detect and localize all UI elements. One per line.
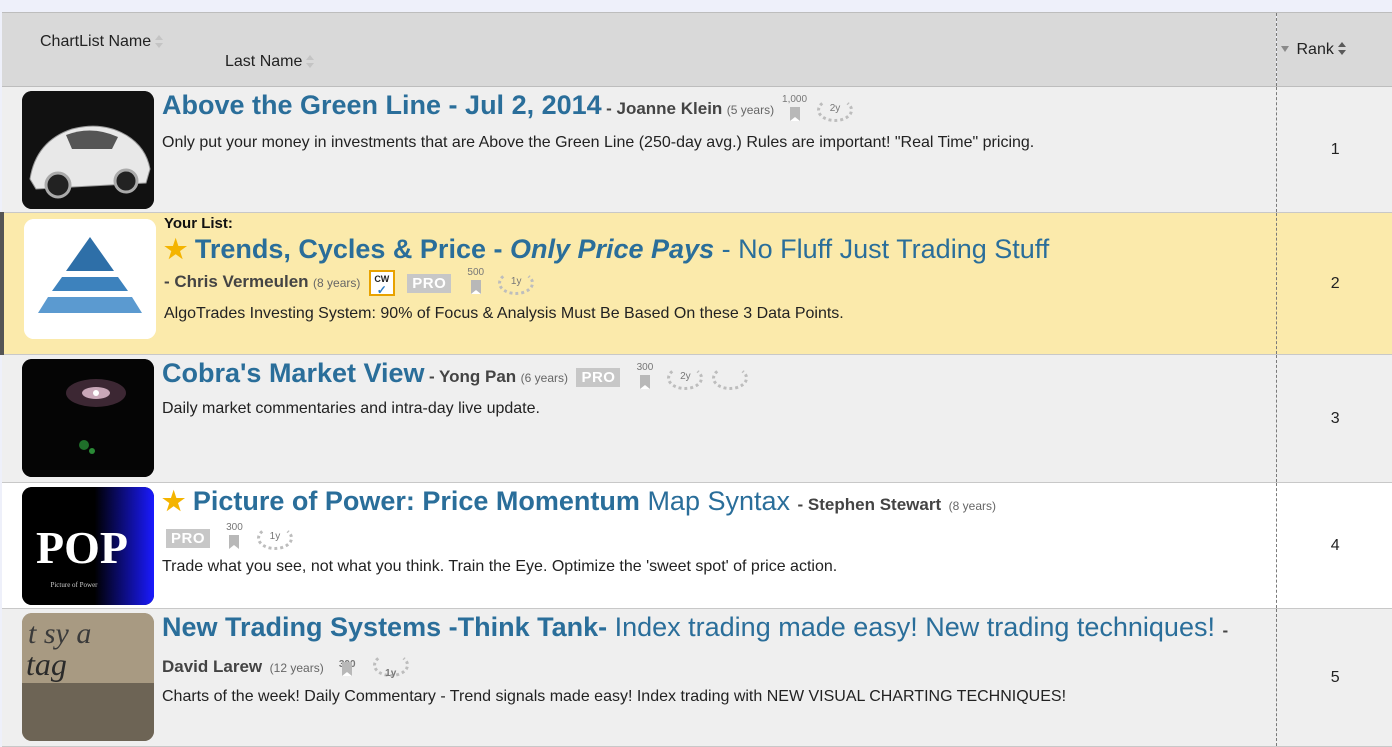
member-years: (8 years) bbox=[948, 499, 996, 513]
bookmark-count: 300 bbox=[636, 361, 654, 373]
sort-rank[interactable]: Rank bbox=[1275, 12, 1392, 87]
author-name[interactable]: - Yong Pan bbox=[429, 367, 516, 386]
chartlist-content: Above the Green Line - Jul 2, 2014 - Joa… bbox=[162, 87, 1276, 154]
member-years: (5 years) bbox=[726, 103, 775, 117]
chartlist-description: Trade what you see, not what you think. … bbox=[162, 558, 838, 575]
table-row[interactable]: Above the Green Line - Jul 2, 2014 - Joa… bbox=[2, 86, 1392, 213]
laurel-award-icon bbox=[711, 363, 748, 393]
sort-arrows-icon bbox=[1337, 42, 1347, 56]
title-plain: Index trading made easy! New trading tec… bbox=[614, 612, 1215, 642]
pro-badge: PRO bbox=[576, 368, 621, 388]
bookmark-count: 300 bbox=[226, 522, 243, 533]
bookmark-icon: 300 bbox=[632, 362, 658, 394]
chartlist-content: New Trading Systems -Think Tank- Index t… bbox=[162, 609, 1276, 708]
chartlist-thumbnail[interactable] bbox=[22, 91, 154, 209]
thumb-logo-subtext: Picture of Power bbox=[50, 581, 98, 589]
chartlist-cell: Your List: ★ Trends, Cycles & Price - On… bbox=[0, 212, 1276, 355]
table-row[interactable]: POP Picture of Power ★ Picture of Power:… bbox=[2, 482, 1392, 609]
chartlist-thumbnail[interactable] bbox=[22, 359, 154, 477]
chartwatchers-icon: CW ✓ bbox=[368, 270, 395, 296]
laurel-award-icon: 1y bbox=[372, 650, 409, 680]
rank-cell: 4 bbox=[1275, 482, 1392, 609]
last-name-label: Last Name bbox=[225, 53, 303, 70]
sort-arrows-icon bbox=[305, 54, 315, 69]
bookmark-count: 1,000 bbox=[782, 93, 808, 105]
chartlist-table: ChartList Name Last Name Rank Above the … bbox=[0, 12, 1392, 747]
member-years: (12 years) bbox=[269, 661, 324, 675]
title-bold: Picture of Power: Price Momentum bbox=[192, 486, 640, 516]
star-icon: ★ bbox=[164, 234, 188, 264]
star-icon: ★ bbox=[162, 486, 186, 516]
thumb-logo-text: POP bbox=[36, 522, 128, 573]
chartlist-title-link[interactable]: Above the Green Line - Jul 2, 2014 bbox=[162, 90, 602, 120]
rank-cell: 2 bbox=[1275, 212, 1392, 355]
chartlist-thumbnail[interactable]: t sy a tag bbox=[22, 613, 154, 741]
chartlist-cell: t sy a tag New Trading Systems -Think Ta… bbox=[2, 608, 1276, 747]
author-name[interactable]: - Stephen Stewart bbox=[798, 495, 942, 514]
title-italic: Only Price Pays bbox=[509, 234, 715, 264]
laurel-award-icon: 2y bbox=[817, 95, 853, 125]
chartlist-description: AlgoTrades Investing System: 90% of Focu… bbox=[164, 305, 844, 322]
table-header-row: ChartList Name Last Name Rank bbox=[2, 12, 1392, 87]
chartlist-title-link[interactable]: Cobra's Market View bbox=[162, 358, 425, 388]
sort-last-name[interactable]: Last Name bbox=[225, 53, 1276, 71]
chartlist-description: Daily market commentaries and intra-day … bbox=[162, 399, 540, 417]
chartlist-title-link[interactable]: New Trading Systems -Think Tank- Index t… bbox=[162, 612, 1215, 642]
bookmark-icon: 500 bbox=[463, 267, 489, 299]
rank-cell: 3 bbox=[1275, 354, 1392, 483]
bookmark-icon: 1,000 bbox=[782, 94, 808, 126]
member-years: (8 years) bbox=[313, 276, 361, 291]
title-bold: New Trading Systems -Think Tank- bbox=[162, 612, 608, 642]
chartlist-content: Your List: ★ Trends, Cycles & Price - On… bbox=[164, 213, 1276, 325]
laurel-award-icon: 1y bbox=[256, 523, 293, 553]
table-row[interactable]: t sy a tag New Trading Systems -Think Ta… bbox=[2, 608, 1392, 747]
title-plain: Map Syntax bbox=[647, 486, 791, 516]
bookmark-count: 500 bbox=[467, 267, 485, 278]
chartlist-cell: POP Picture of Power ★ Picture of Power:… bbox=[2, 482, 1276, 609]
chartlist-table-container: ChartList Name Last Name Rank Above the … bbox=[0, 12, 1392, 747]
sort-indicator-icon bbox=[1280, 46, 1289, 53]
chartlist-thumbnail[interactable]: POP Picture of Power bbox=[22, 487, 154, 605]
member-years: (6 years) bbox=[520, 371, 568, 385]
pro-badge: PRO bbox=[166, 528, 211, 548]
pro-badge: PRO bbox=[407, 273, 452, 293]
rank-cell: 1 bbox=[1275, 86, 1392, 213]
table-row[interactable]: Cobra's Market View - Yong Pan (6 years)… bbox=[2, 354, 1392, 483]
thumb-logo-subtext: tag bbox=[26, 646, 67, 682]
your-list-label: Your List: bbox=[164, 215, 233, 232]
title-bold: Trends, Cycles & Price - bbox=[194, 234, 503, 264]
author-name[interactable]: - Joanne Klein bbox=[606, 99, 722, 118]
award-years: 2y bbox=[829, 102, 841, 114]
chartlist-name-label: ChartList Name bbox=[40, 33, 152, 50]
laurel-award-icon: 1y bbox=[498, 268, 535, 298]
award-years: 2y bbox=[680, 370, 691, 382]
chartlist-title-link[interactable]: Picture of Power: Price Momentum Map Syn… bbox=[193, 486, 790, 516]
chartlist-content: Cobra's Market View - Yong Pan (6 years)… bbox=[162, 355, 1276, 420]
laurel-award-icon: 2y bbox=[667, 363, 704, 393]
award-years: 1y bbox=[269, 531, 281, 542]
rank-cell: 5 bbox=[1275, 608, 1392, 747]
chartlist-cell: Above the Green Line - Jul 2, 2014 - Joa… bbox=[2, 86, 1276, 213]
rank-label: Rank bbox=[1296, 40, 1334, 58]
chartlist-title-link[interactable]: Trends, Cycles & Price - Only Price Pays… bbox=[195, 234, 1049, 264]
table-row[interactable]: Your List: ★ Trends, Cycles & Price - On… bbox=[0, 212, 1392, 355]
chartlist-cell: Cobra's Market View - Yong Pan (6 years)… bbox=[2, 354, 1276, 483]
title-plain: - No Fluff Just Trading Stuff bbox=[721, 234, 1050, 264]
bookmark-icon: 300 bbox=[221, 522, 247, 554]
sort-arrows-icon bbox=[154, 34, 164, 49]
chartlist-description: Only put your money in investments that … bbox=[162, 133, 1035, 151]
sort-chartlist-name[interactable]: ChartList Name bbox=[40, 33, 164, 50]
author-name[interactable]: - Chris Vermeulen bbox=[164, 272, 309, 291]
award-years: 1y bbox=[510, 276, 522, 287]
chartlist-description: Charts of the week! Daily Commentary - T… bbox=[162, 688, 1067, 705]
chartlist-content: ★ Picture of Power: Price Momentum Map S… bbox=[162, 483, 1276, 578]
header-name-cell: ChartList Name Last Name bbox=[2, 12, 1276, 87]
award-years: 1y bbox=[385, 667, 397, 679]
bookmark-icon: 300 bbox=[334, 649, 360, 681]
chartlist-thumbnail[interactable] bbox=[24, 219, 156, 339]
